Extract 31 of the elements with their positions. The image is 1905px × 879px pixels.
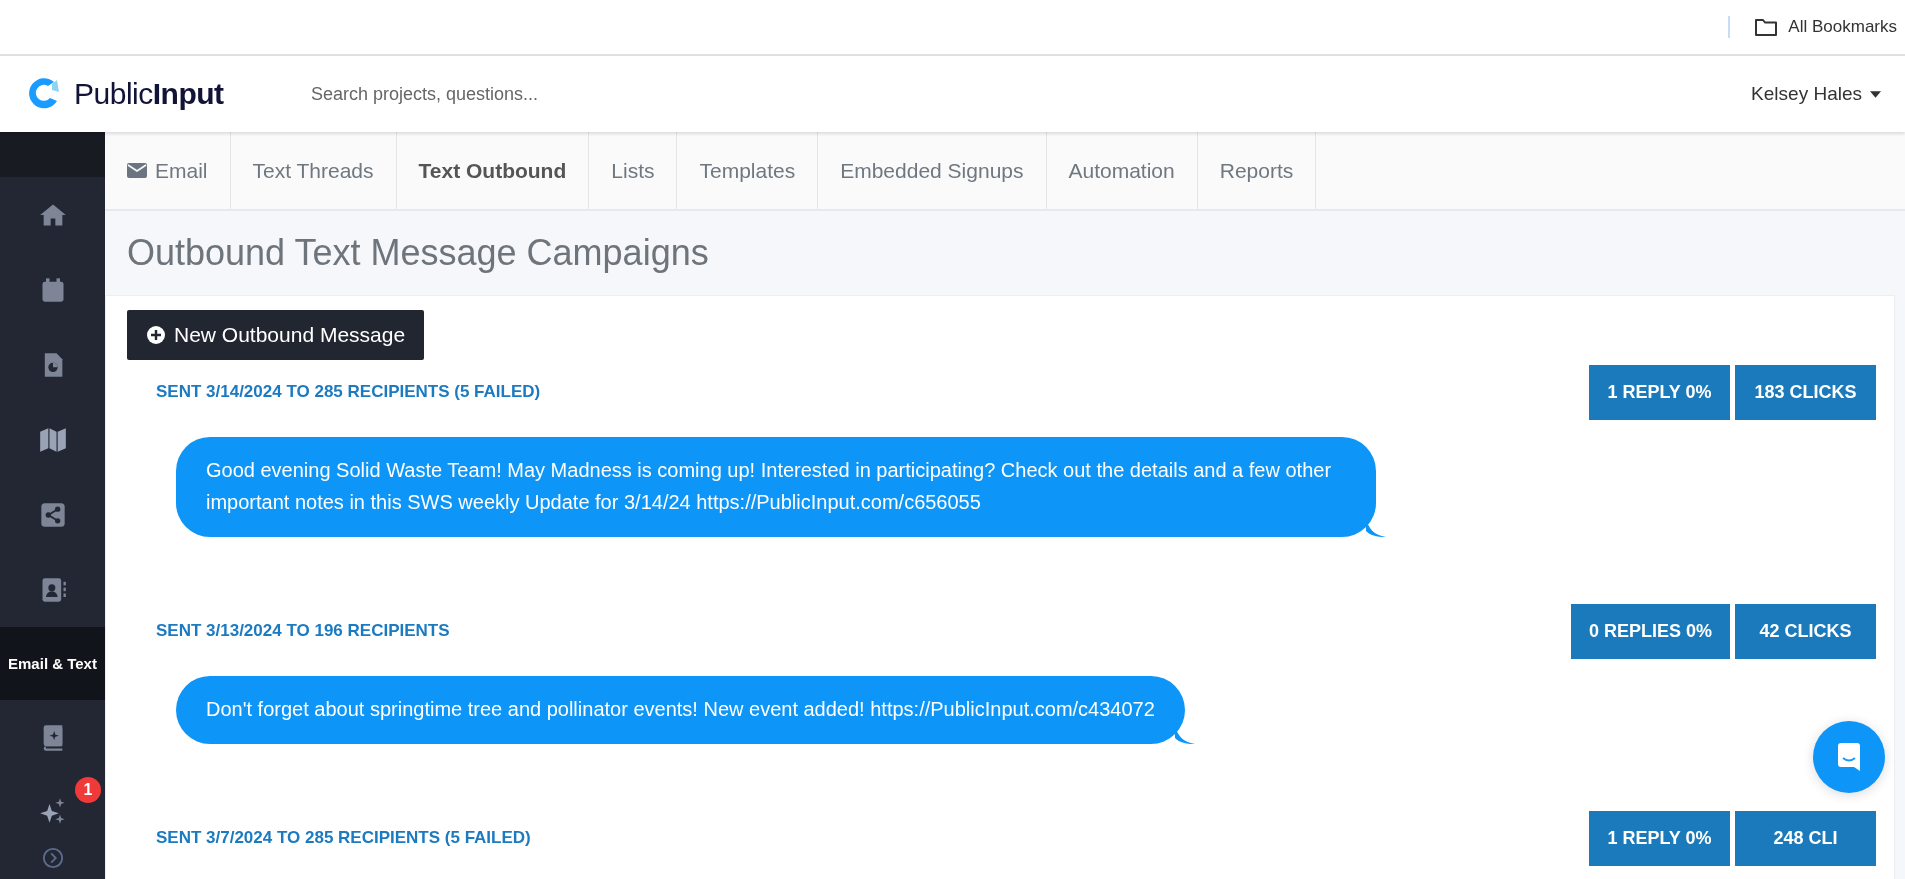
tab[interactable]: Templates [677,132,819,209]
clicks-badge[interactable]: 183 CLICKS [1735,364,1876,420]
chevron-right-icon[interactable] [41,847,64,869]
replies-badge[interactable]: 0 REPLIES 0% [1570,603,1730,659]
replies-badge[interactable]: 1 REPLY 0% [1589,810,1730,866]
campaign-heading[interactable]: SENT 3/7/2024 TO 285 RECIPIENTS (5 FAILED) [156,828,531,848]
campaign-heading[interactable]: SENT 3/13/2024 TO 196 RECIPIENTS [156,621,450,641]
tab[interactable]: Lists [589,132,678,209]
clicks-badge[interactable]: 42 CLICKS [1735,603,1876,659]
plus-circle-icon [146,325,166,345]
sidebar-item[interactable]: Email & Text [0,627,105,700]
tab[interactable]: Text Threads [230,132,397,209]
new-message-button[interactable]: New Outbound Message [127,310,425,360]
tab[interactable]: Embedded Signups [818,132,1047,209]
user-menu[interactable]: Kelsey Hales [1751,83,1881,105]
bookmarks-link[interactable]: All Bookmarks [1788,17,1897,37]
share-icon[interactable] [38,500,67,529]
sparkle-icon[interactable] [38,797,67,825]
campaign-heading[interactable]: SENT 3/14/2024 TO 285 RECIPIENTS (5 FAILED) [156,382,541,402]
logo-text: PublicInput [74,77,224,111]
folder-icon [1754,17,1779,37]
page-title: Outbound Text Message Campaigns [127,232,709,274]
notification-badge: 1 [75,777,101,803]
map-icon[interactable] [38,425,67,454]
envelope-icon [127,163,147,178]
tab[interactable]: Automation [1046,132,1198,209]
clicks-badge[interactable]: 248 CLI [1735,810,1876,866]
tab[interactable]: Email [105,132,231,209]
tab[interactable]: Reports [1197,132,1317,209]
replies-badge[interactable]: 1 REPLY 0% [1589,364,1730,420]
caret-icon [1870,90,1881,98]
